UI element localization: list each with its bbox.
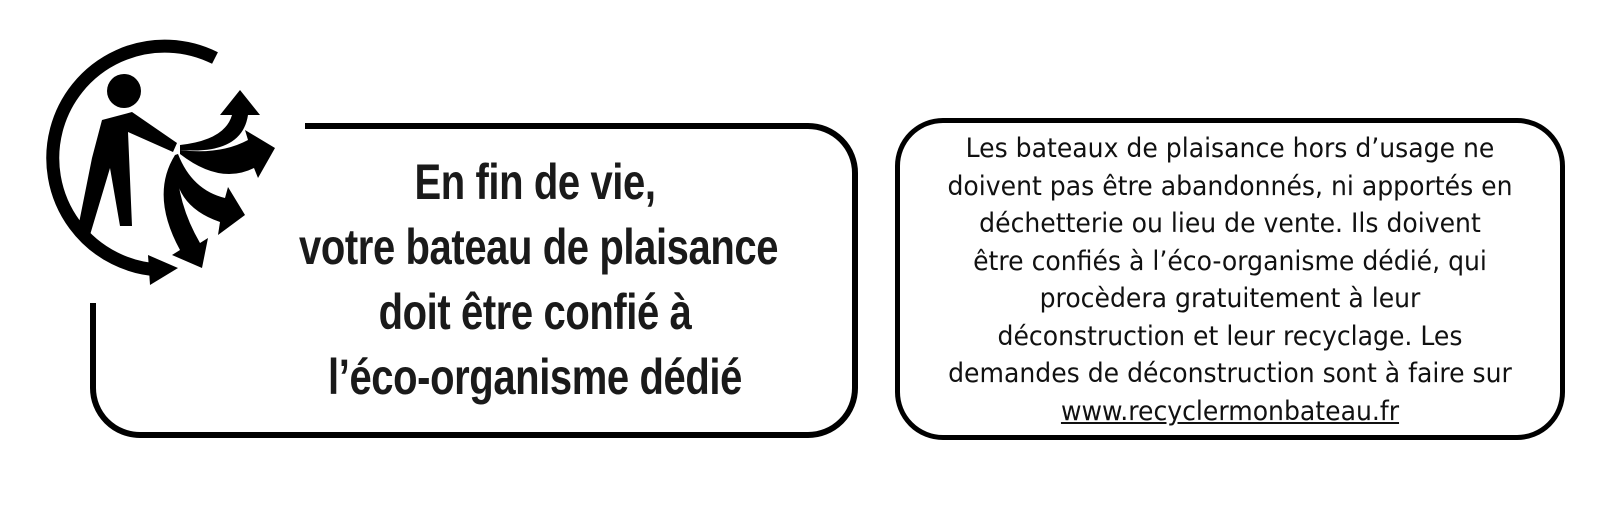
info-line: déconstruction et leur recyclage. Les [997,320,1463,352]
info-line: déchetterie ou lieu de vente. Ils doiven… [979,208,1481,239]
info-line: demandes de déconstruction sont à faire … [948,358,1512,389]
message-line: doit être confié à [378,284,692,340]
info-line: doivent pas être abandonnés, ni apportés… [947,170,1513,202]
end-of-life-message: En fin de vie, votre bateau de plaisance… [240,150,830,410]
message-line: votre bateau de plaisance [299,219,779,275]
website-link[interactable]: www.recyclermonbateau.fr [1061,396,1399,427]
info-line: être confiés à l’éco-organisme dédié, qu… [973,245,1487,277]
message-line: En fin de vie, [414,154,656,210]
message-line: l’éco-organisme dédié [328,349,742,405]
info-line: Les bateaux de plaisance hors d’usage ne [965,133,1495,164]
info-text: Les bateaux de plaisance hors d’usage ne… [895,130,1565,430]
info-line: procèdera gratuitement à leur [1039,283,1421,314]
